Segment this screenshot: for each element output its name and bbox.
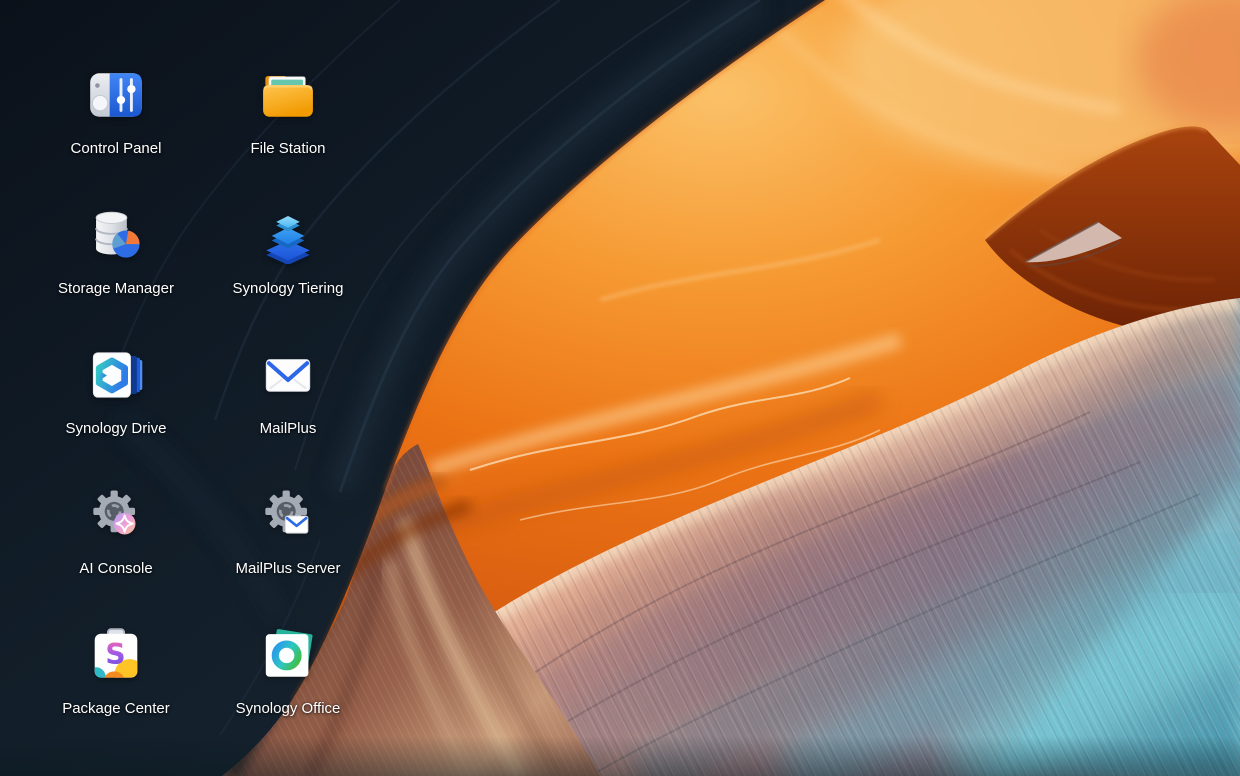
desktop-icon-grid: Control Panel File Station Storage Manag… [0, 0, 1240, 776]
package-center-icon: S [87, 626, 145, 684]
desktop-icon-mailplus-server[interactable]: MailPlus Server [213, 486, 363, 578]
desktop-icon-synology-office[interactable]: Synology Office [213, 626, 363, 718]
desktop-icon-file-station[interactable]: File Station [213, 66, 363, 158]
ai-console-icon [87, 486, 145, 544]
desktop-icon-package-center[interactable]: S Package Center [41, 626, 191, 718]
desktop-icon-label: MailPlus Server [235, 560, 341, 577]
desktop-icon-label: Synology Office [235, 700, 341, 717]
desktop-icon-mailplus[interactable]: MailPlus [213, 346, 363, 438]
desktop-icon-control-panel[interactable]: Control Panel [41, 66, 191, 158]
desktop-icon-synology-drive[interactable]: Synology Drive [41, 346, 191, 438]
svg-text:S: S [105, 638, 125, 671]
mailplus-icon [259, 346, 317, 404]
desktop: Control Panel File Station Storage Manag… [0, 0, 1240, 776]
desktop-icon-label: Synology Tiering [232, 280, 344, 297]
storage-manager-icon [87, 206, 145, 264]
synology-tiering-icon [259, 206, 317, 264]
file-station-icon [259, 66, 317, 124]
mailplus-server-icon [259, 486, 317, 544]
desktop-icon-label: MailPlus [259, 420, 317, 437]
desktop-icon-label: File Station [250, 140, 326, 157]
desktop-icon-ai-console[interactable]: AI Console [41, 486, 191, 578]
desktop-icon-synology-tiering[interactable]: Synology Tiering [213, 206, 363, 298]
desktop-icon-storage-manager[interactable]: Storage Manager [41, 206, 191, 298]
desktop-icon-label: Package Center [62, 700, 170, 717]
desktop-icon-label: Control Panel [70, 140, 162, 157]
desktop-icon-label: Storage Manager [58, 280, 174, 297]
control-panel-icon [87, 66, 145, 124]
desktop-icon-label: AI Console [79, 560, 153, 577]
desktop-icon-label: Synology Drive [65, 420, 167, 437]
synology-drive-icon [87, 346, 145, 404]
synology-office-icon [259, 626, 317, 684]
